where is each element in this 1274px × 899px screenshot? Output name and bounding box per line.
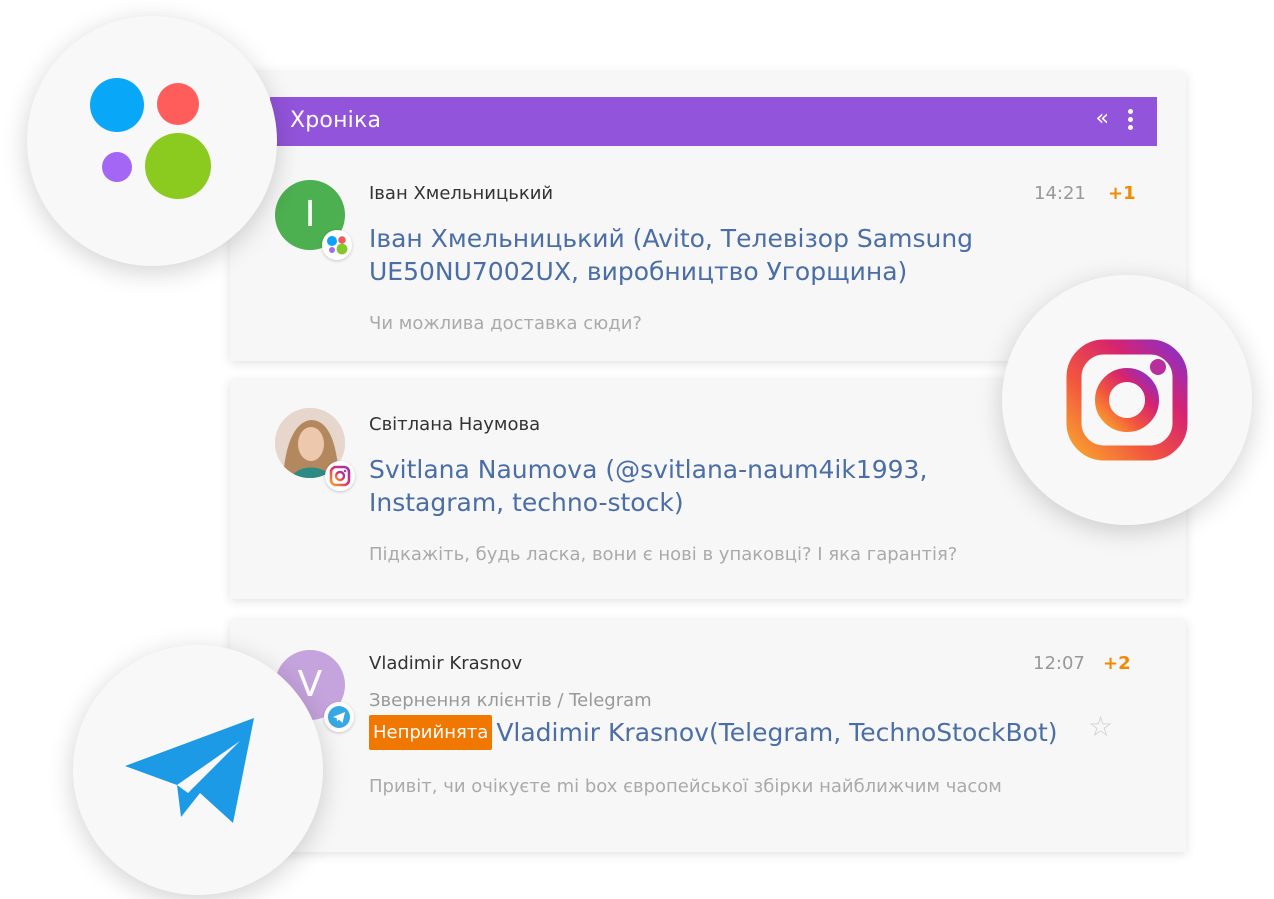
- message-time: 12:07: [1033, 653, 1085, 674]
- sender-name: Світлана Наумова: [369, 414, 541, 435]
- instagram-icon: [1066, 339, 1188, 461]
- unread-count: +2: [1103, 653, 1131, 674]
- subject-line: UE50NU7002UX, виробництво Угорщина): [369, 257, 908, 286]
- message-time: 14:21: [1034, 183, 1086, 204]
- avito-icon: [322, 230, 352, 260]
- subject-line: Instagram, techno-stock): [369, 488, 684, 517]
- status-badge: Неприйнята: [369, 715, 493, 750]
- avito-icon: [90, 78, 211, 199]
- kebab-menu-icon[interactable]: [1127, 109, 1133, 133]
- message-preview: Підкажіть, будь ласка, вони є нові в упа…: [369, 544, 958, 565]
- conversation-subject[interactable]: Svitlana Naumova (@svitlana-naum4ik1993,…: [369, 453, 927, 519]
- star-icon[interactable]: ☆: [1088, 710, 1113, 743]
- instagram-icon: [325, 461, 355, 491]
- unread-count: +1: [1108, 183, 1136, 204]
- sender-name: Vladimir Krasnov: [369, 653, 523, 674]
- subject-text: Vladimir Krasnov(Telegram, TechnoStockBo…: [496, 718, 1058, 747]
- message-preview: Чи можлива доставка сюди?: [369, 313, 642, 334]
- subject-line: Svitlana Naumova (@svitlana-naum4ik1993,: [369, 455, 928, 484]
- telegram-bubble: [73, 645, 323, 895]
- avito-bubble: [27, 16, 277, 266]
- message-preview: Привіт, чи очікуєте mi box європейської …: [369, 776, 1002, 797]
- telegram-icon: [324, 702, 354, 732]
- instagram-bubble: [1002, 275, 1252, 525]
- conversation-subject[interactable]: Іван Хмельницький (Avito, Телевізор Sams…: [369, 222, 973, 288]
- subject-line: Іван Хмельницький (Avito, Телевізор Sams…: [369, 224, 974, 253]
- channel-path[interactable]: Звернення клієнтів / Telegram: [369, 690, 652, 711]
- conversation-subject[interactable]: Неприйнята Vladimir Krasnov(Telegram, Tec…: [369, 715, 1058, 750]
- sender-name: Іван Хмельницький: [369, 183, 554, 204]
- chronicle-header: Хроніка «: [270, 97, 1157, 146]
- collapse-icon[interactable]: «: [1096, 106, 1109, 131]
- telegram-icon: [125, 718, 254, 823]
- header-title: Хроніка: [290, 108, 382, 133]
